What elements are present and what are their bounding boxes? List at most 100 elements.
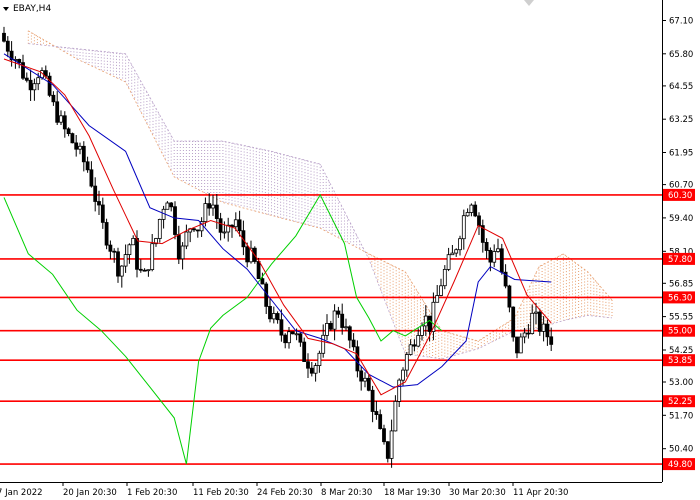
- time-tick-label: 20 Jan 20:30: [63, 488, 117, 498]
- candle-body: [541, 323, 546, 332]
- price-tick-label: 55.55: [669, 313, 693, 323]
- candle-body: [66, 128, 71, 134]
- chart-window[interactable]: 67.10 65.80 64.55 63.25 61.95 60.70 59.40 58.10…: [0, 0, 700, 500]
- candle-body: [332, 310, 337, 330]
- candle-body: [207, 203, 212, 209]
- price-tick-label: 67.10: [669, 17, 693, 27]
- price-tick-label: 64.55: [669, 82, 693, 92]
- candle-body: [484, 241, 489, 251]
- candle-body: [108, 244, 113, 252]
- candle-body: [290, 331, 295, 335]
- candle-body: [518, 336, 523, 354]
- candle-body: [55, 101, 60, 123]
- candle-body: [279, 319, 284, 336]
- candle-body: [222, 231, 227, 234]
- candle-body: [211, 204, 215, 209]
- symbol-timeframe-label: EBAY,H4: [13, 4, 51, 14]
- candle-body: [336, 310, 341, 315]
- candle-body: [70, 133, 75, 144]
- level-tag-label: 52.25: [668, 397, 692, 407]
- candle-body: [344, 326, 348, 329]
- candle-body: [450, 252, 455, 256]
- candle-body: [549, 336, 554, 345]
- candle-body: [89, 169, 94, 187]
- candle-body: [298, 333, 303, 343]
- candle-body: [36, 77, 41, 85]
- candle-body: [496, 248, 500, 252]
- level-tag-label: 55.00: [668, 327, 692, 337]
- candle-body: [173, 206, 177, 235]
- candle-body: [192, 228, 196, 231]
- candle-body: [271, 313, 276, 320]
- candle-body: [260, 278, 265, 285]
- candle-body: [534, 311, 538, 314]
- price-tick-label: 56.85: [669, 279, 693, 289]
- time-tick-label: 7 Jan 2022: [0, 488, 43, 498]
- candle-body: [309, 367, 314, 374]
- candle-body: [81, 145, 86, 163]
- level-tag-label: 53.85: [668, 356, 692, 366]
- candle-body: [461, 215, 466, 240]
- candle-body: [28, 79, 33, 91]
- candle-body: [294, 333, 299, 336]
- candle-body: [283, 334, 288, 344]
- candle-body: [2, 32, 6, 42]
- level-tag-label: 49.80: [668, 460, 692, 470]
- candle-body: [545, 323, 550, 338]
- candle-body: [511, 306, 516, 338]
- candle-body: [537, 311, 542, 332]
- candle-body: [408, 344, 413, 355]
- level-tag-label: 57.80: [668, 255, 692, 265]
- candle-body: [363, 377, 367, 382]
- candle-body: [427, 315, 432, 332]
- candle-body: [100, 204, 105, 223]
- candle-body: [184, 231, 189, 247]
- candle-body: [340, 313, 345, 328]
- candle-body: [287, 331, 291, 344]
- candle-body: [150, 243, 155, 270]
- price-tick-label: 63.25: [669, 115, 693, 125]
- time-tick-label: 30 Mar 20:30: [449, 488, 506, 498]
- candle-body: [423, 315, 428, 327]
- candle-body: [522, 332, 527, 338]
- candle-body: [374, 411, 379, 415]
- candle-body: [203, 203, 208, 223]
- candle-body: [24, 77, 29, 81]
- candle-body: [469, 204, 474, 213]
- candle-body: [416, 335, 421, 347]
- candle-body: [477, 215, 481, 226]
- candle-body: [245, 246, 250, 263]
- candle-body: [135, 237, 139, 270]
- candle-body: [355, 346, 360, 372]
- level-tag-label: 56.30: [668, 293, 692, 303]
- price-tick-label: 51.70: [669, 411, 693, 421]
- time-tick-label: 8 Mar 20:30: [321, 488, 372, 498]
- price-tick-label: 59.40: [669, 214, 693, 224]
- candle-body: [526, 332, 531, 335]
- candle-body: [499, 248, 504, 273]
- price-tick-label: 50.40: [669, 445, 693, 455]
- candle-body: [275, 313, 280, 321]
- candle-body: [146, 269, 151, 272]
- candle-body: [454, 249, 459, 254]
- candle-body: [321, 334, 326, 354]
- level-tag-label: 60.30: [668, 191, 692, 201]
- candle-body: [218, 218, 223, 233]
- candle-body: [393, 400, 398, 432]
- candle-body: [473, 204, 478, 217]
- candle-body: [157, 218, 162, 239]
- price-chart[interactable]: 67.1065.8064.5563.2561.9560.7059.4058.10…: [0, 0, 700, 500]
- candle-body: [378, 414, 383, 430]
- candle-body: [382, 428, 386, 443]
- candle-body: [93, 185, 98, 202]
- candle-body: [237, 219, 242, 232]
- candle-body: [116, 251, 120, 277]
- candle-body: [180, 245, 185, 260]
- candle-body: [492, 251, 497, 263]
- candle-body: [142, 269, 147, 272]
- candle-body: [32, 83, 37, 91]
- candle-body: [397, 379, 402, 402]
- candle-body: [306, 361, 310, 369]
- time-tick-label: 18 Mar 19:30: [384, 488, 441, 498]
- candle-body: [195, 229, 200, 232]
